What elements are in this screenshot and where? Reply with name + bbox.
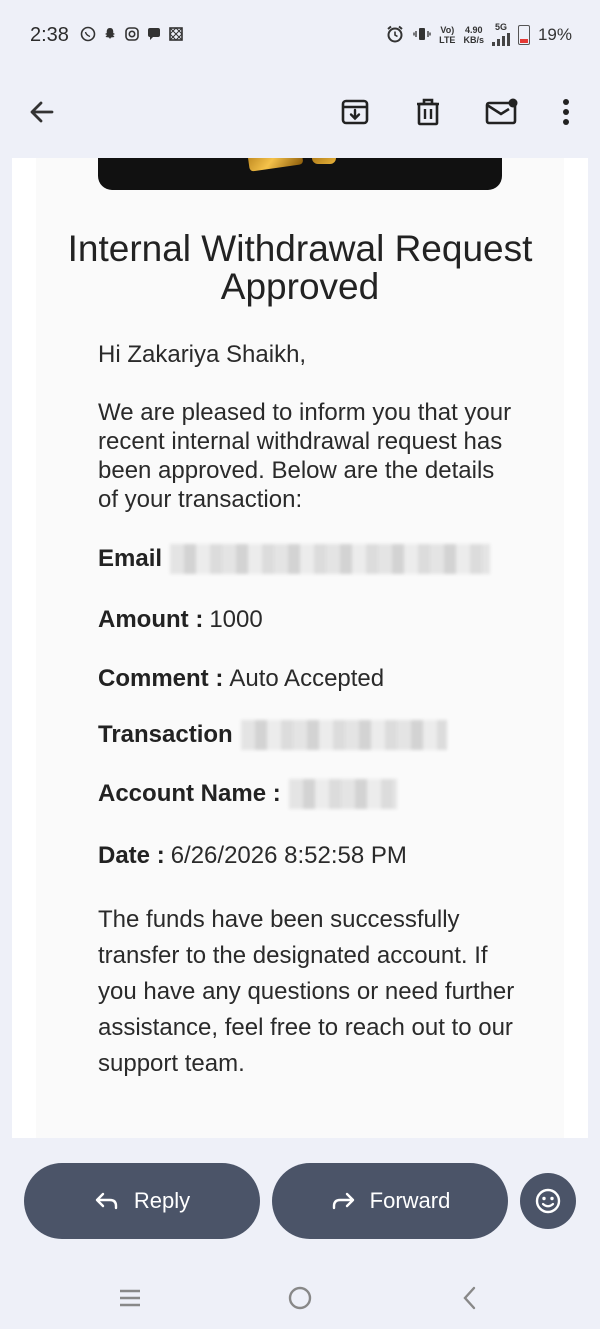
- redacted-account-name: [288, 779, 397, 809]
- volte-top: Vo): [440, 25, 455, 35]
- more-options-button[interactable]: [544, 90, 588, 134]
- notification-icons: [80, 26, 184, 42]
- instagram-icon: [124, 26, 140, 42]
- chat-bubble-icon: [146, 26, 162, 42]
- delete-button[interactable]: [406, 90, 450, 134]
- field-email: Email: [98, 544, 491, 574]
- email-body[interactable]: Internal Withdrawal Request Approved Hi …: [12, 158, 588, 1138]
- volte-bottom: LTE: [439, 35, 456, 45]
- system-nav-bar: [0, 1260, 600, 1329]
- home-button[interactable]: [280, 1280, 320, 1316]
- mail-unread-icon: [485, 98, 518, 125]
- email-header-image: [98, 158, 502, 190]
- recent-apps-button[interactable]: [110, 1280, 150, 1316]
- email-card: Internal Withdrawal Request Approved Hi …: [36, 158, 564, 1138]
- field-date: Date : 6/26/2026 8:52:58 PM: [98, 842, 407, 870]
- banner-gold-graphic-small: [312, 158, 336, 164]
- reply-label: Reply: [133, 1188, 191, 1213]
- reply-button[interactable]: Reply: [24, 1163, 260, 1239]
- chevron-left-icon: [463, 1286, 476, 1310]
- transaction-label: Transaction: [98, 721, 233, 748]
- whatsapp-icon: [80, 26, 96, 42]
- archive-button[interactable]: [333, 90, 377, 134]
- email-toolbar: [0, 72, 600, 160]
- gallery-icon: [168, 26, 184, 42]
- network-speed: 4.90 KB/s: [463, 25, 484, 45]
- forward-button[interactable]: Forward: [272, 1163, 508, 1239]
- volte-indicator: Vo) LTE: [439, 25, 455, 45]
- snapchat-icon: [102, 26, 118, 42]
- comment-value: Auto Accepted: [229, 665, 385, 692]
- intro-paragraph: We are pleased to inform you that your r…: [98, 399, 512, 513]
- smiley-icon: [535, 1188, 561, 1214]
- more-vertical-icon: [563, 99, 569, 125]
- banner-gold-graphic: [246, 158, 304, 172]
- comment-label: Comment :: [98, 665, 224, 692]
- greeting: Hi Zakariya Shaikh,: [98, 341, 307, 368]
- arrow-left-icon: [30, 101, 54, 123]
- emoji-reaction-button[interactable]: [520, 1173, 576, 1229]
- reply-action-bar: Reply Forward: [0, 1138, 600, 1260]
- menu-lines-icon: [120, 1289, 140, 1307]
- closing-paragraph: The funds have been successfully transfe…: [98, 906, 515, 1077]
- email-label: Email: [98, 545, 163, 572]
- field-comment: Comment : Auto Accepted: [98, 665, 384, 693]
- signal-icon: [491, 32, 510, 46]
- net-type-label: 5G: [494, 22, 507, 32]
- date-value: 6/26/2026 8:52:58 PM: [170, 842, 407, 869]
- field-transaction: Transaction: [98, 720, 447, 750]
- amount-value: 1000: [209, 606, 263, 633]
- forward-icon: [332, 1192, 354, 1210]
- date-label: Date :: [98, 842, 165, 869]
- speed-unit: KB/s: [463, 35, 484, 45]
- field-amount: Amount : 1000: [98, 606, 263, 634]
- forward-label: Forward: [369, 1188, 451, 1213]
- back-button[interactable]: [20, 90, 64, 134]
- alarm-icon: [385, 24, 405, 47]
- system-back-button[interactable]: [450, 1280, 490, 1316]
- amount-label: Amount :: [98, 606, 204, 633]
- net-type: 5G: [491, 22, 510, 48]
- trash-icon: [417, 98, 439, 126]
- redacted-email: [170, 544, 491, 574]
- mark-unread-button[interactable]: [480, 90, 524, 134]
- status-bar: 2:38 Vo) LTE 4.90 KB/s 5G 19%: [0, 0, 600, 72]
- vibrate-icon: [413, 25, 431, 46]
- speed-value: 4.90: [464, 25, 483, 35]
- battery-icon: [517, 25, 530, 45]
- reply-icon: [95, 1192, 118, 1210]
- field-account-name: Account Name :: [98, 779, 397, 809]
- battery-percent: 19%: [537, 25, 572, 44]
- status-time: 2:38: [30, 24, 69, 46]
- archive-icon: [341, 99, 369, 125]
- system-indicators: Vo) LTE 4.90 KB/s 5G 19%: [385, 22, 572, 48]
- redacted-transaction: [240, 720, 447, 750]
- account-name-label: Account Name :: [98, 780, 281, 807]
- email-title: Internal Withdrawal Request Approved: [67, 228, 533, 307]
- home-circle-icon: [288, 1286, 312, 1310]
